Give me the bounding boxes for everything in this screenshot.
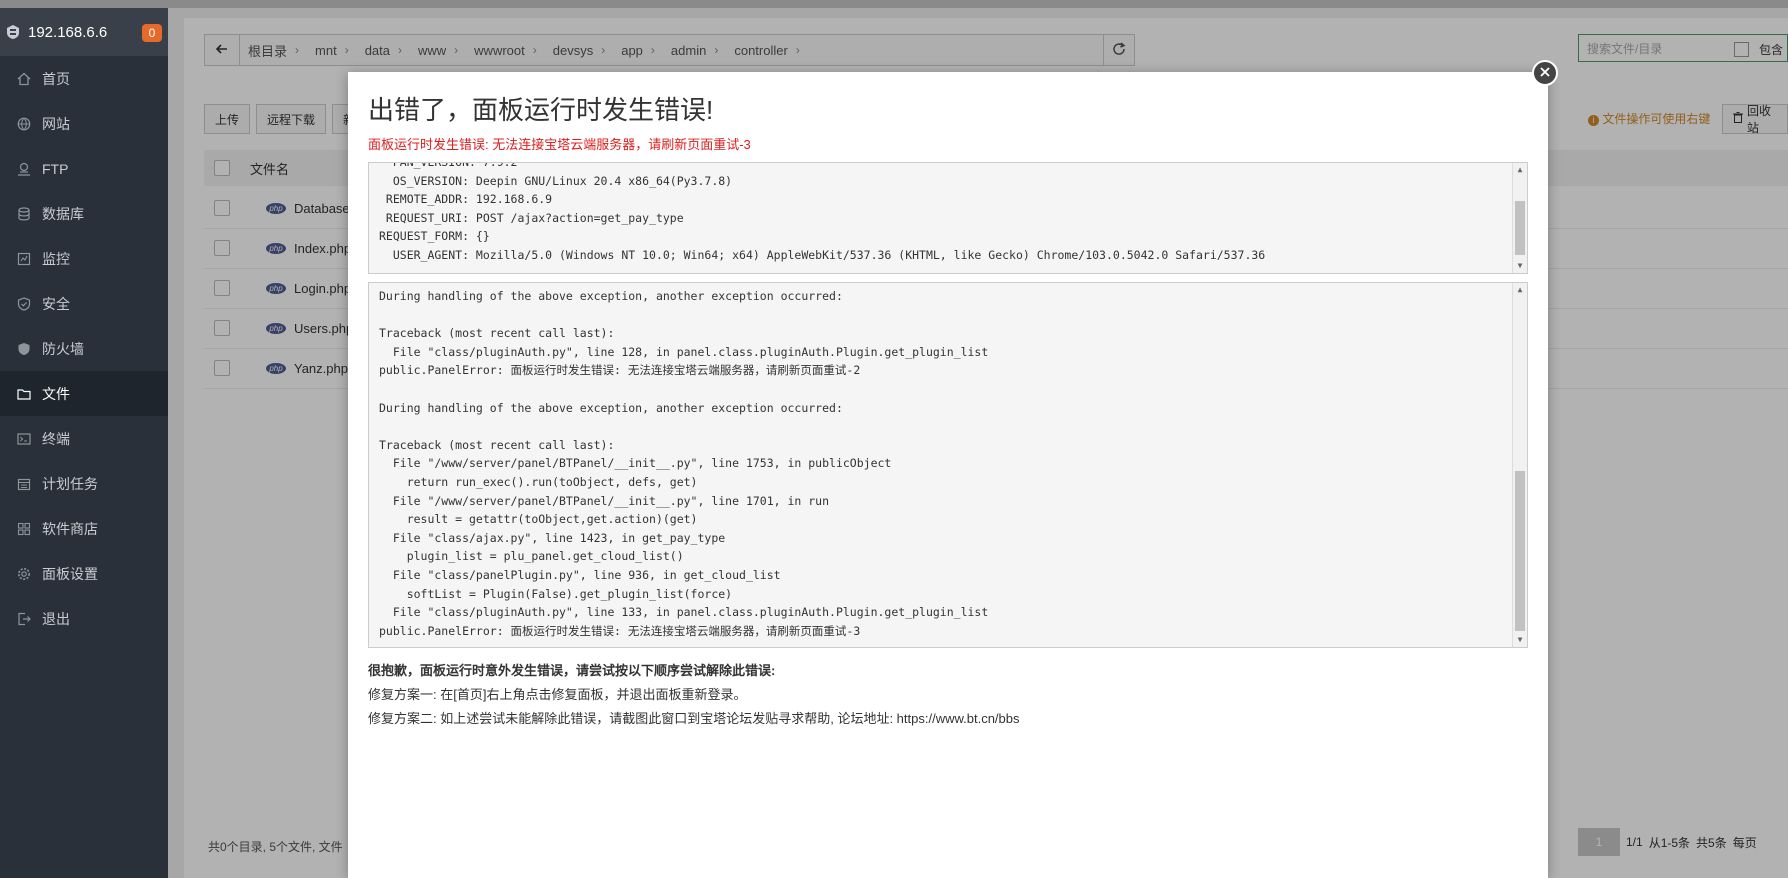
code-line: REQUEST_FORM: {}: [379, 229, 490, 244]
shield-icon: [16, 296, 32, 312]
sidebar-item-6[interactable]: 防火墙: [0, 326, 168, 371]
sidebar-item-label: 退出: [42, 610, 70, 627]
code-line: File "class/pluginAuth.py", line 128, in…: [379, 344, 989, 359]
database-icon: [16, 206, 32, 222]
sidebar: 192.168.6.6 0 首页网站 FTP 数据库监控安全防火墙文件终端计划任务软…: [0, 8, 168, 878]
sidebar-item-label: 终端: [42, 430, 70, 447]
folder-icon: [16, 386, 32, 402]
grid-icon: [16, 521, 32, 537]
code-line: Traceback (most recent call last):: [379, 326, 615, 341]
sidebar-item-label: 面板设置: [42, 565, 98, 582]
code-line: During handling of the above exception, …: [379, 289, 843, 303]
sidebar-item-11[interactable]: 面板设置: [0, 551, 168, 596]
sidebar-item-7[interactable]: 文件: [0, 371, 168, 416]
sidebar-item-label: 文件: [42, 385, 70, 402]
sidebar-item-10[interactable]: 软件商店: [0, 506, 168, 551]
code-line: PAN_VERSION: 7.9.2: [379, 162, 518, 169]
code-line: OS_VERSION: Deepin GNU/Linux 20.4 x86_64…: [379, 173, 733, 188]
sidebar-item-label: 软件商店: [42, 520, 98, 537]
fix-option-1: 修复方案一: 在[首页]右上角点击修复面板，并退出面板重新登录。: [368, 687, 747, 702]
code-line: public.PanelError: 面板运行时发生错误: 无法连接宝塔云端服务…: [379, 363, 861, 378]
code-line: File "/www/server/panel/BTPanel/__init__…: [379, 493, 830, 508]
sidebar-item-label: 计划任务: [42, 475, 98, 492]
error-dialog: 出错了，面板运行时发生错误! 面板运行时发生错误: 无法连接宝塔云端服务器，请刷…: [348, 72, 1548, 878]
server-icon: [4, 23, 22, 41]
calendar-icon: [16, 476, 32, 492]
scroll-down-icon: ▼: [1517, 635, 1523, 644]
sidebar-item-4[interactable]: 监控: [0, 236, 168, 281]
monitor-icon: [16, 251, 32, 267]
code-line: Traceback (most recent call last):: [379, 437, 615, 452]
scroll-down-icon: ▼: [1517, 261, 1523, 270]
sidebar-item-label: FTP: [42, 160, 69, 177]
sidebar-item-label: 网站: [42, 115, 70, 132]
code-line: File "class/panelPlugin.py", line 936, i…: [379, 567, 781, 582]
code-line: public.PanelError: 面板运行时发生错误: 无法连接宝塔云端服务…: [379, 623, 861, 638]
sidebar-item-label: 首页: [42, 70, 70, 87]
terminal-icon: [16, 431, 32, 447]
error-subtitle: 面板运行时发生错误: 无法连接宝塔云端服务器，请刷新页面重试-3: [368, 137, 751, 152]
code-line: softList = Plugin(False).get_plugin_list…: [379, 586, 733, 601]
sidebar-header: 192.168.6.6 0: [0, 8, 168, 56]
help-title: 很抱歉，面板运行时意外发生错误，请尝试按以下顺序尝试解除此错误:: [368, 663, 776, 678]
environment-scrollbar[interactable]: ▲ ▼: [1512, 163, 1527, 273]
traceback-scrollbar[interactable]: ▲ ▼: [1512, 283, 1527, 647]
code-line: REMOTE_ADDR: 192.168.6.9: [379, 192, 553, 207]
code-line: REQUEST_URI: POST /ajax?action=get_pay_t…: [379, 210, 684, 225]
scroll-thumb[interactable]: [1515, 201, 1525, 255]
code-line: plugin_list = plu_panel.get_cloud_list(): [379, 549, 684, 564]
sidebar-menu: 首页网站 FTP 数据库监控安全防火墙文件终端计划任务软件商店面板设置退出: [0, 56, 168, 641]
sidebar-item-0[interactable]: 首页: [0, 56, 168, 101]
top-strip: [0, 0, 1788, 8]
code-line: result = getattr(toObject,get.action)(ge…: [379, 512, 698, 527]
fix-option-2: 修复方案二: 如上述尝试未能解除此错误，请截图此窗口到宝塔论坛发贴寻求帮助, 论…: [368, 711, 1020, 726]
gear-icon: [16, 566, 32, 582]
sidebar-item-8[interactable]: 终端: [0, 416, 168, 461]
modal-close-button[interactable]: [1532, 60, 1558, 86]
firewall-icon: [16, 341, 32, 357]
sidebar-item-9[interactable]: 计划任务: [0, 461, 168, 506]
logout-icon: [16, 611, 32, 627]
code-line: USER_AGENT: Mozilla/5.0 (Windows NT 10.0…: [379, 247, 1266, 262]
sidebar-item-label: 监控: [42, 250, 70, 267]
code-line: File "class/ajax.py", line 1423, in get_…: [379, 530, 726, 545]
error-title: 出错了，面板运行时发生错误!: [368, 95, 714, 125]
scroll-up-icon: ▲: [1517, 285, 1523, 294]
server-ip[interactable]: 192.168.6.6: [28, 24, 107, 41]
code-line: File "class/pluginAuth.py", line 133, in…: [379, 605, 989, 620]
sidebar-item-3[interactable]: 数据库: [0, 191, 168, 236]
code-line: File "/www/server/panel/BTPanel/__init__…: [379, 456, 892, 471]
sidebar-item-1[interactable]: 网站: [0, 101, 168, 146]
scroll-up-icon: ▲: [1517, 165, 1523, 174]
home-icon: [16, 71, 32, 87]
traceback-box[interactable]: During handling of the above exception, …: [368, 282, 1528, 648]
globe-icon: [16, 116, 32, 132]
sidebar-item-5[interactable]: 安全: [0, 281, 168, 326]
close-icon: [1540, 64, 1550, 82]
sidebar-item-label: 安全: [42, 295, 70, 312]
sidebar-item-12[interactable]: 退出: [0, 596, 168, 641]
notification-badge[interactable]: 0: [142, 24, 162, 42]
environment-info-box[interactable]: PAN_VERSION: 7.9.2 OS_VERSION: Deepin GN…: [368, 162, 1528, 274]
sidebar-item-label: 数据库: [42, 205, 84, 222]
code-line: return run_exec().run(toObject, defs, ge…: [379, 474, 698, 489]
ftp-icon: [16, 161, 32, 177]
code-line: During handling of the above exception, …: [379, 400, 843, 415]
scroll-thumb[interactable]: [1515, 471, 1525, 631]
sidebar-item-label: 防火墙: [42, 340, 84, 357]
sidebar-item-2[interactable]: FTP: [0, 146, 168, 191]
